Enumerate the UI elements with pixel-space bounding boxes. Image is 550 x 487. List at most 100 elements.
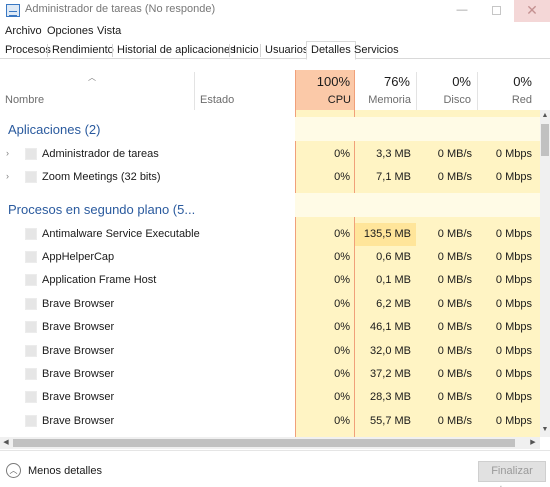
memory-value: 0,1 MB — [376, 274, 411, 286]
memory-value: 135,5 MB — [363, 228, 411, 240]
minimize-button[interactable]: — — [444, 0, 480, 22]
tab-historial[interactable]: Historial de aplicaciones — [113, 43, 240, 59]
column-header-network-percent[interactable]: 0% — [482, 74, 532, 89]
column-header-name[interactable]: Nombre — [5, 94, 44, 106]
memory-value: 37,2 MB — [370, 368, 411, 380]
table-row[interactable]: Brave Browser 0% 55,7 MB 0 MB/s 0 Mbps — [0, 410, 540, 433]
network-value: 0 Mbps — [495, 228, 532, 240]
process-name: Brave Browser — [42, 321, 115, 333]
network-value: 0 Mbps — [495, 345, 532, 357]
column-header-memory-percent[interactable]: 76% — [360, 74, 410, 89]
menu-opciones[interactable]: Opciones — [47, 25, 93, 37]
chevron-up-icon[interactable]: ︿ — [6, 463, 21, 478]
tab-usuarios[interactable]: Usuarios — [261, 43, 312, 59]
process-icon — [25, 321, 37, 333]
table-row[interactable]: Antimalware Service Executable 0% 135,5 … — [0, 223, 540, 246]
network-value: 0 Mbps — [495, 391, 532, 403]
table-row[interactable]: Brave Browser 0% 46,1 MB 0 MB/s 0 Mbps — [0, 316, 540, 339]
cpu-value: 0% — [334, 148, 350, 160]
disk-value: 0 MB/s — [437, 321, 472, 333]
process-icon — [25, 391, 37, 403]
scroll-left-icon[interactable]: ◀ — [1, 437, 11, 449]
cpu-value: 0% — [334, 171, 350, 183]
process-icon — [25, 274, 37, 286]
table-row[interactable]: › Administrador de tareas 0% 3,3 MB 0 MB… — [0, 143, 540, 166]
group-header-background[interactable]: Procesos en segundo plano (5... — [8, 202, 195, 217]
table-row[interactable]: Brave Browser 0% 37,2 MB 0 MB/s 0 Mbps — [0, 363, 540, 386]
process-name: Application Frame Host — [42, 274, 157, 286]
column-header-disk-percent[interactable]: 0% — [421, 74, 471, 89]
tab-servicios[interactable]: Servicios — [350, 43, 403, 59]
network-value: 0 Mbps — [495, 251, 532, 263]
menu-vista[interactable]: Vista — [97, 25, 121, 37]
cpu-value: 0% — [334, 345, 350, 357]
network-value: 0 Mbps — [495, 368, 532, 380]
column-header-disk[interactable]: Disco — [421, 94, 471, 106]
memory-value: 7,1 MB — [376, 171, 411, 183]
disk-value: 0 MB/s — [437, 415, 472, 427]
horizontal-scroll-thumb[interactable] — [13, 439, 515, 447]
process-icon — [25, 251, 37, 263]
table-row[interactable]: AppHelperCap 0% 0,6 MB 0 MB/s 0 Mbps — [0, 246, 540, 269]
column-header-memory[interactable]: Memoria — [360, 94, 411, 106]
close-button[interactable]: ✕ — [514, 0, 550, 22]
chevron-right-icon[interactable]: › — [6, 148, 9, 158]
maximize-button[interactable] — [478, 0, 514, 22]
table-row[interactable]: Brave Browser 0% 6,2 MB 0 MB/s 0 Mbps — [0, 293, 540, 316]
group-header-apps[interactable]: Aplicaciones (2) — [8, 122, 101, 137]
cpu-value: 0% — [334, 391, 350, 403]
scroll-right-icon[interactable]: ▶ — [528, 437, 538, 449]
scroll-down-icon[interactable]: ▼ — [540, 424, 550, 436]
table-row[interactable]: Application Frame Host 0% 0,1 MB 0 MB/s … — [0, 269, 540, 292]
process-name: Brave Browser — [42, 415, 115, 427]
memory-value: 6,2 MB — [376, 298, 411, 310]
process-name: Antimalware Service Executable — [42, 228, 200, 240]
end-task-button[interactable]: Finalizar tarea — [478, 461, 546, 487]
title-bar: Administrador de tareas (No responde) — … — [0, 0, 550, 22]
menu-bar: Archivo Opciones Vista — [0, 22, 550, 41]
network-value: 0 Mbps — [495, 171, 532, 183]
process-name: Brave Browser — [42, 345, 115, 357]
tab-detalles[interactable]: Detalles — [306, 41, 356, 60]
vertical-scroll-thumb[interactable] — [541, 124, 549, 156]
column-header-status[interactable]: Estado — [200, 94, 234, 106]
cpu-value: 0% — [334, 321, 350, 333]
less-details-link[interactable]: Menos detalles — [28, 465, 102, 477]
network-value: 0 Mbps — [495, 321, 532, 333]
column-header-cpu[interactable]: CPU — [300, 94, 351, 106]
maximize-icon — [491, 6, 501, 15]
process-name: Administrador de tareas — [42, 148, 159, 160]
network-value: 0 Mbps — [495, 415, 532, 427]
table-row[interactable]: Brave Browser 0% 32,0 MB 0 MB/s 0 Mbps — [0, 340, 540, 363]
process-icon — [25, 171, 37, 183]
disk-value: 0 MB/s — [437, 148, 472, 160]
cpu-value: 0% — [334, 415, 350, 427]
column-header-network[interactable]: Red — [482, 94, 532, 106]
network-value: 0 Mbps — [495, 274, 532, 286]
cpu-value: 0% — [334, 228, 350, 240]
chevron-right-icon[interactable]: › — [6, 171, 9, 181]
cpu-value: 0% — [334, 368, 350, 380]
tab-rendimiento[interactable]: Rendimiento — [48, 43, 118, 59]
process-name: Zoom Meetings (32 bits) — [42, 171, 161, 183]
table-row[interactable]: Brave Browser 0% 28,3 MB 0 MB/s 0 Mbps — [0, 386, 540, 409]
disk-value: 0 MB/s — [437, 251, 472, 263]
process-name: Brave Browser — [42, 298, 115, 310]
process-name: Brave Browser — [42, 391, 115, 403]
table-row[interactable]: › Zoom Meetings (32 bits) 0% 7,1 MB 0 MB… — [0, 166, 540, 189]
memory-value: 32,0 MB — [370, 345, 411, 357]
column-header-cpu-percent[interactable]: 100% — [300, 74, 350, 89]
vertical-scrollbar[interactable] — [540, 110, 550, 437]
menu-archivo[interactable]: Archivo — [5, 25, 42, 37]
cpu-value: 0% — [334, 274, 350, 286]
memory-value: 0,6 MB — [376, 251, 411, 263]
tab-inicio[interactable]: Inicio — [229, 43, 263, 59]
window-title: Administrador de tareas (No responde) — [25, 3, 216, 15]
task-manager-icon — [6, 4, 20, 17]
scroll-up-icon[interactable]: ▲ — [540, 110, 550, 122]
process-icon — [25, 415, 37, 427]
disk-value: 0 MB/s — [437, 171, 472, 183]
process-name: AppHelperCap — [42, 251, 115, 263]
sort-up-icon: ︿ — [88, 73, 96, 82]
process-icon — [25, 148, 37, 160]
